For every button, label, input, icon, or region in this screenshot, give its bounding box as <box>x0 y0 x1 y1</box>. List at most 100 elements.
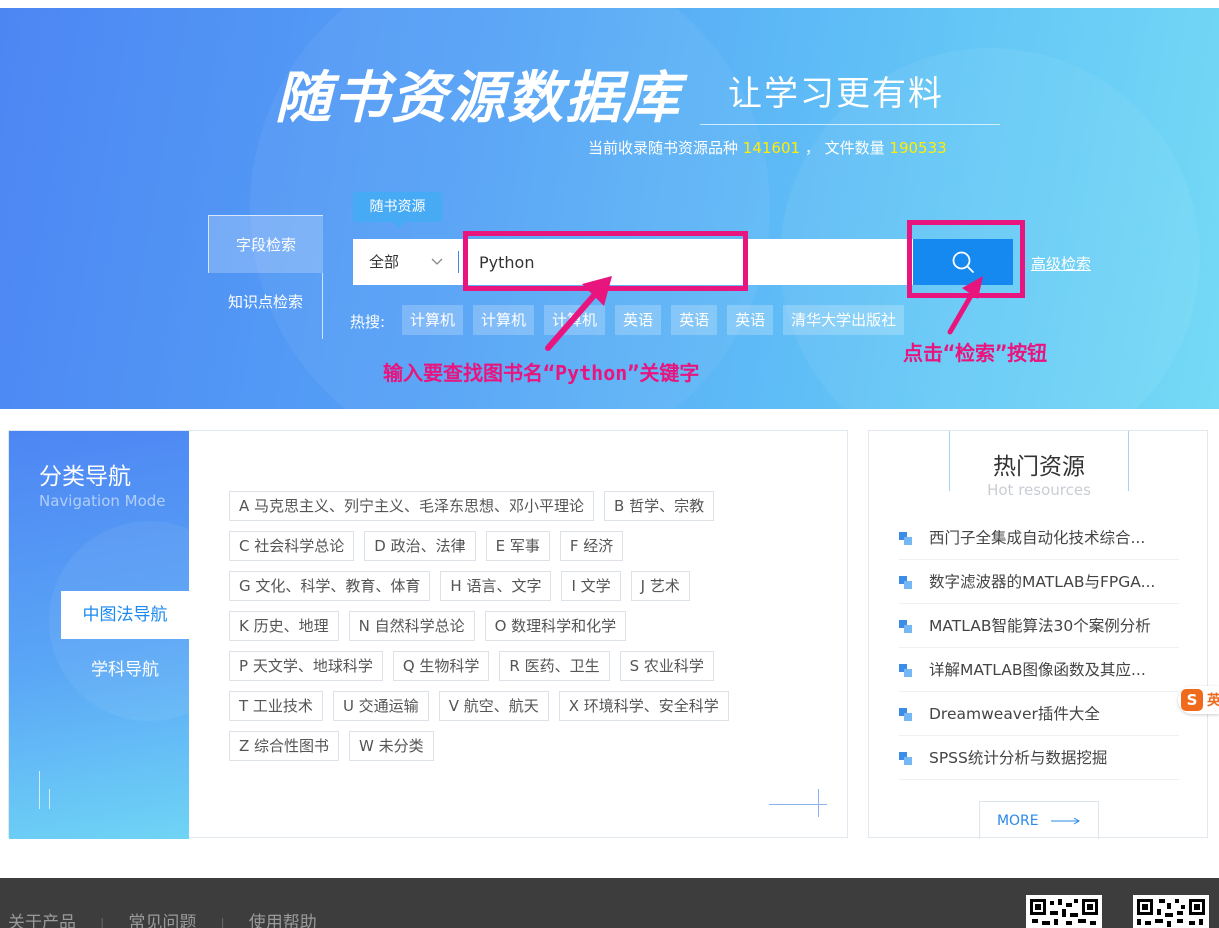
category-tag[interactable]: O 数理科学和化学 <box>484 611 627 641</box>
category-row: C 社会科学总论 D 政治、法律 E 军事 F 经济 <box>229 531 809 561</box>
category-tag[interactable]: Z 综合性图书 <box>229 731 340 761</box>
footer-link-about[interactable]: 关于产品 <box>8 913 76 928</box>
footer-link-help[interactable]: 使用帮助 <box>249 913 317 928</box>
tab-field-search[interactable]: 字段检索 <box>208 215 323 273</box>
nav-item-subject[interactable]: 学科导航 <box>61 646 189 694</box>
ime-mode-label: 英 <box>1207 693 1219 709</box>
hot-resources-list: 西门子全集成自动化技术综合... 数字滤波器的MATLAB与FPGA... MA… <box>899 516 1179 780</box>
qr-code-icon <box>1133 895 1209 928</box>
category-tag[interactable]: E 军事 <box>485 531 550 561</box>
search-button[interactable] <box>913 239 1013 285</box>
category-tag[interactable]: U 交通运输 <box>332 691 429 721</box>
category-tag[interactable]: Q 生物科学 <box>392 651 490 681</box>
category-row: T 工业技术 U 交通运输 V 航空、航天 X 环境科学、安全科学 <box>229 691 809 721</box>
stats-prefix: 当前收录随书资源品种 <box>588 139 739 157</box>
search-input[interactable] <box>465 239 905 285</box>
hot-search-tag[interactable]: 英语 <box>727 305 774 335</box>
ime-badge[interactable]: S 英 <box>1178 686 1219 714</box>
hot-resource-item[interactable]: MATLAB智能算法30个案例分析 <box>899 604 1179 648</box>
sogou-icon: S <box>1181 689 1203 711</box>
bullet-squares-icon <box>899 708 912 721</box>
category-tag[interactable]: D 政治、法律 <box>364 531 476 561</box>
hot-resource-item[interactable]: SPSS统计分析与数据挖掘 <box>899 736 1179 780</box>
scope-select[interactable]: 全部 <box>353 239 458 285</box>
category-row: P 天文学、地球科学 Q 生物科学 R 医药、卫生 S 农业科学 <box>229 651 809 681</box>
category-tag[interactable]: C 社会科学总论 <box>229 531 355 561</box>
more-label: MORE <box>996 813 1039 829</box>
more-button[interactable]: MORE <box>979 801 1099 839</box>
category-tag[interactable]: G 文化、科学、教育、体育 <box>229 571 431 601</box>
hot-resource-title: SPSS统计分析与数据挖掘 <box>929 749 1108 767</box>
category-tag[interactable]: N 自然科学总论 <box>348 611 475 641</box>
site-slogan: 让学习更有料 <box>728 74 944 114</box>
category-tag[interactable]: S 农业科学 <box>619 651 714 681</box>
category-tag[interactable]: W 未分类 <box>349 731 434 761</box>
footer: 关于产品 | 常见问题 | 使用帮助 <box>0 878 1219 928</box>
hot-search-tag[interactable]: 计算机 <box>544 305 606 335</box>
category-subtitle: Navigation Mode <box>39 492 166 510</box>
hot-resources-title: 热门资源 <box>993 454 1085 480</box>
scope-divider <box>458 251 459 273</box>
annotation-text-input: 输入要查找图书名“Python”关键字 <box>383 361 700 385</box>
category-tag[interactable]: J 艺术 <box>630 571 690 601</box>
search-icon <box>952 251 974 273</box>
qr-code-icon <box>1026 895 1102 928</box>
hot-resource-item[interactable]: 详解MATLAB图像函数及其应... <box>899 648 1179 692</box>
stats-middle: ， 文件数量 <box>804 139 885 157</box>
category-tag[interactable]: R 医药、卫生 <box>499 651 610 681</box>
hot-resource-item[interactable]: 西门子全集成自动化技术综合... <box>899 516 1179 560</box>
scope-value: 全部 <box>369 253 400 271</box>
category-tag[interactable]: T 工业技术 <box>229 691 323 721</box>
arrow-right-icon <box>1051 802 1081 840</box>
category-tag[interactable]: F 经济 <box>559 531 624 561</box>
category-tag[interactable]: P 天文学、地球科学 <box>229 651 383 681</box>
panel-decoration <box>818 789 819 817</box>
hot-resource-item[interactable]: 数字滤波器的MATLAB与FPGA... <box>899 560 1179 604</box>
advanced-search-link[interactable]: 高级检索 <box>1031 253 1091 274</box>
search-box: 全部 <box>353 239 913 285</box>
category-tag[interactable]: B 哲学、宗教 <box>604 491 715 521</box>
collection-stats: 当前收录随书资源品种 141601 ， 文件数量 190533 <box>588 138 947 158</box>
hot-search-tags: 计算机 计算机 计算机 英语 英语 英语 清华大学出版社 <box>402 305 914 335</box>
hot-search-tag[interactable]: 计算机 <box>473 305 535 335</box>
resource-type-pill[interactable]: 随书资源 <box>353 192 442 228</box>
category-sidebar: 分类导航 Navigation Mode 中图法导航 学科导航 <box>9 431 189 839</box>
hot-resource-title: 数字滤波器的MATLAB与FPGA... <box>929 573 1156 591</box>
category-row: A 马克思主义、列宁主义、毛泽东思想、邓小平理论 B 哲学、宗教 <box>229 491 809 521</box>
category-tag[interactable]: K 历史、地理 <box>229 611 339 641</box>
slogan-underline <box>700 124 1000 125</box>
bullet-squares-icon <box>899 532 912 545</box>
tab-knowledge-search[interactable]: 知识点检索 <box>208 273 323 331</box>
category-row: G 文化、科学、教育、体育 H 语言、文字 I 文学 J 艺术 <box>229 571 809 601</box>
site-title: 随书资源数据库 <box>275 66 681 131</box>
hot-resources-subtitle: Hot resources <box>950 481 1128 499</box>
hot-resource-item[interactable]: Dreamweaver插件大全 <box>899 692 1179 736</box>
file-count: 190533 <box>889 139 947 157</box>
bullet-squares-icon <box>899 752 912 765</box>
nav-item-clc[interactable]: 中图法导航 <box>61 591 189 639</box>
bullet-squares-icon <box>899 664 912 677</box>
hot-search-tag[interactable]: 计算机 <box>402 305 464 335</box>
hot-search-tag[interactable]: 英语 <box>615 305 662 335</box>
bullet-squares-icon <box>899 620 912 633</box>
footer-link-faq[interactable]: 常见问题 <box>128 913 196 928</box>
hot-search-tag[interactable]: 清华大学出版社 <box>783 305 905 335</box>
category-tag[interactable]: I 文学 <box>561 571 621 601</box>
category-tag[interactable]: X 环境科学、安全科学 <box>558 691 729 721</box>
footer-separator: | <box>100 917 105 928</box>
category-row: K 历史、地理 N 自然科学总论 O 数理科学和化学 <box>229 611 809 641</box>
category-tag[interactable]: H 语言、文字 <box>440 571 552 601</box>
hot-search-tag[interactable]: 英语 <box>671 305 718 335</box>
category-tag[interactable]: V 航空、航天 <box>438 691 549 721</box>
hot-resource-title: 西门子全集成自动化技术综合... <box>929 529 1146 547</box>
category-row: Z 综合性图书 W 未分类 <box>229 731 809 761</box>
hot-resource-title: Dreamweaver插件大全 <box>929 705 1100 723</box>
hot-resource-title: MATLAB智能算法30个案例分析 <box>929 617 1151 635</box>
hot-search-label: 热搜: <box>350 313 386 331</box>
category-panel: 分类导航 Navigation Mode 中图法导航 学科导航 A 马克思主义、… <box>8 430 848 839</box>
category-tag[interactable]: A 马克思主义、列宁主义、毛泽东思想、邓小平理论 <box>229 491 595 521</box>
chevron-down-icon <box>431 239 443 304</box>
hot-resources-panel: 热门资源 Hot resources 西门子全集成自动化技术综合... 数字滤波… <box>868 430 1208 839</box>
footer-links: 关于产品 | 常见问题 | 使用帮助 <box>8 908 317 928</box>
hot-resources-header: 热门资源 Hot resources <box>949 431 1129 499</box>
